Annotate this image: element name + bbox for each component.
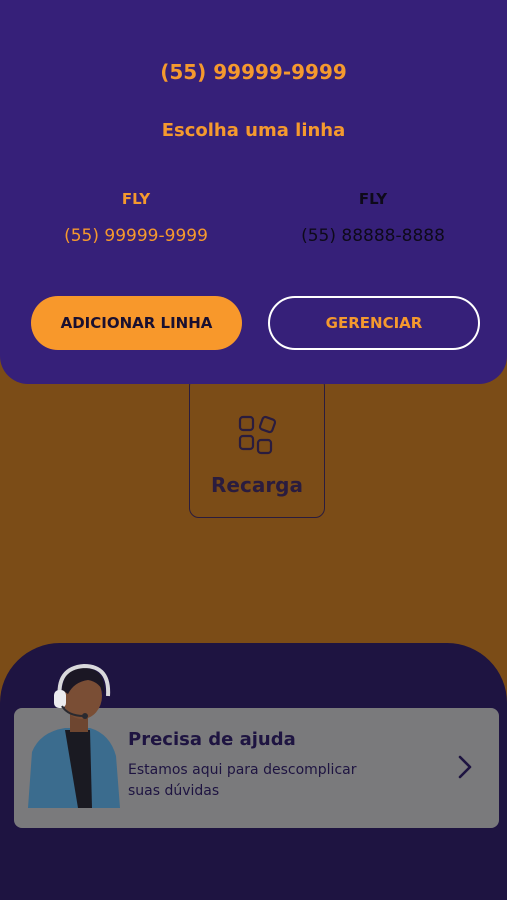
- recarga-label: Recarga: [211, 473, 303, 497]
- help-description: Estamos aqui para descomplicar suas dúvi…: [128, 762, 357, 799]
- line-selector-sheet: (55) 99999-9999 Escolha uma linha FLY (5…: [0, 0, 507, 384]
- line-number: (55) 99999-9999: [64, 226, 208, 246]
- line-name: FLY: [358, 190, 388, 208]
- line-option-1[interactable]: FLY (55) 99999-9999: [21, 190, 251, 246]
- line-name: FLY: [121, 190, 151, 208]
- help-title: Precisa de ajuda: [128, 729, 296, 750]
- support-agent-avatar: [28, 663, 120, 808]
- manage-button[interactable]: GERENCIAR: [268, 296, 480, 350]
- apps-grid-icon: [238, 415, 277, 455]
- line-number: (55) 88888-8888: [301, 226, 445, 246]
- current-phone-number: (55) 99999-9999: [160, 60, 347, 84]
- line-option-2[interactable]: FLY (55) 88888-8888: [258, 190, 488, 246]
- chevron-right-icon[interactable]: [454, 753, 476, 781]
- add-line-button[interactable]: ADICIONAR LINHA: [31, 296, 242, 350]
- recarga-card[interactable]: Recarga: [189, 376, 325, 518]
- choose-line-title: Escolha uma linha: [161, 120, 346, 141]
